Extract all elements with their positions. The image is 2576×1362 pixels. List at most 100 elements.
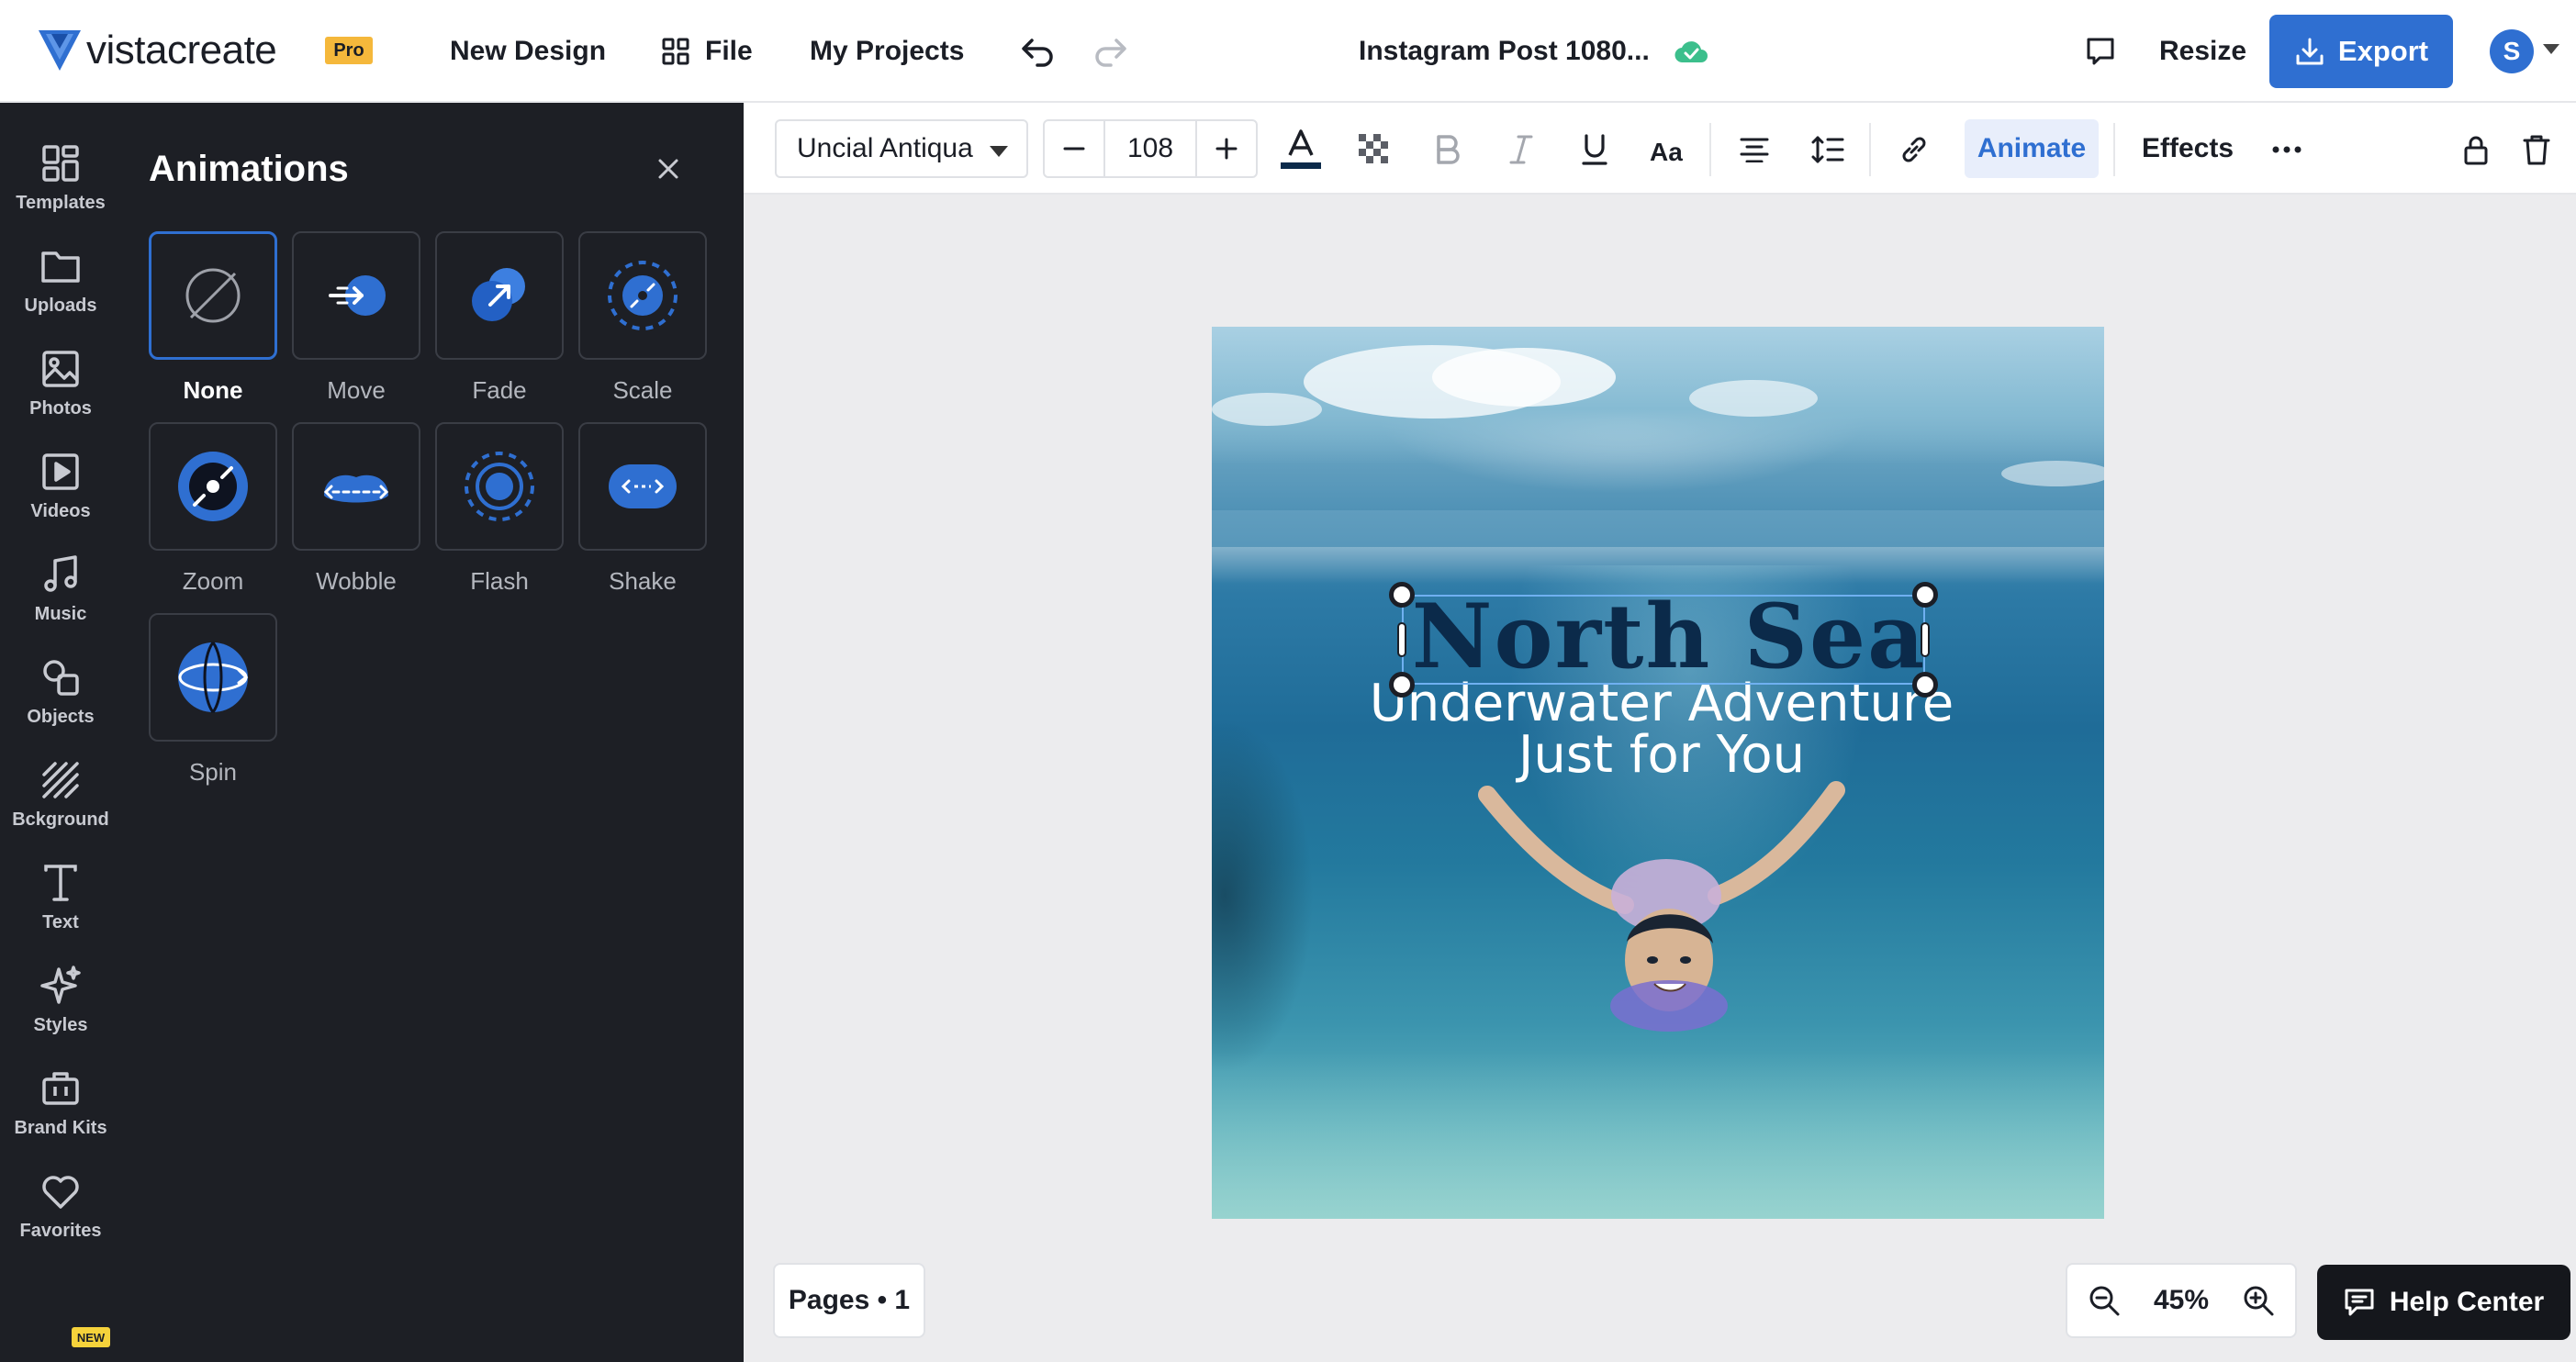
redo-icon xyxy=(1095,39,1126,67)
help-center-label: Help Center xyxy=(2389,1287,2545,1317)
sea-floor xyxy=(1212,1052,2104,1219)
resize-handle-top-left[interactable] xyxy=(1389,582,1415,608)
rail-item-templates[interactable]: Templates xyxy=(0,119,121,220)
animation-tile[interactable] xyxy=(435,422,564,551)
undo-button[interactable] xyxy=(1014,28,1061,75)
animation-tile[interactable] xyxy=(149,422,277,551)
align-center-icon xyxy=(1740,138,1769,162)
file-menu-button[interactable]: File xyxy=(661,28,753,75)
design-canvas[interactable]: North Sea Underwater Adventure Just for … xyxy=(1212,327,2104,1219)
rail-label: Text xyxy=(42,912,79,932)
cloud-saved-icon xyxy=(1674,41,1708,63)
animation-tile[interactable] xyxy=(578,231,707,360)
zoom-out-button[interactable] xyxy=(2067,1264,2141,1337)
rail-label: Styles xyxy=(33,1015,88,1035)
redo-button[interactable] xyxy=(1087,28,1135,75)
animate-button[interactable]: Animate xyxy=(1965,119,2099,178)
animation-option-fade[interactable]: Fade xyxy=(435,231,564,405)
animation-tile[interactable] xyxy=(149,613,277,742)
rail-item-text[interactable]: Text xyxy=(0,839,121,940)
new-design-button[interactable]: New Design xyxy=(450,28,606,75)
my-projects-button[interactable]: My Projects xyxy=(810,28,964,75)
account-caret-icon[interactable] xyxy=(2543,44,2559,54)
briefcase-icon xyxy=(42,1072,79,1105)
link-icon xyxy=(1902,137,1926,162)
resize-handle-left[interactable] xyxy=(1399,624,1405,655)
close-icon xyxy=(658,159,678,179)
trash-icon xyxy=(2523,135,2550,165)
transparency-button[interactable] xyxy=(1350,125,1399,174)
chat-icon xyxy=(2345,1289,2374,1316)
shapes-icon xyxy=(43,660,79,696)
more-options-button[interactable] xyxy=(2262,125,2312,174)
pages-button[interactable]: Pages • 1 xyxy=(773,1263,925,1338)
rail-item-music[interactable]: Music xyxy=(0,530,121,631)
animation-option-flash[interactable]: Flash xyxy=(435,422,564,596)
resize-handle-top-right[interactable] xyxy=(1912,582,1938,608)
music-icon xyxy=(44,555,77,592)
font-size-input[interactable]: 108 xyxy=(1103,121,1197,176)
animation-option-spin[interactable]: Spin xyxy=(149,613,277,787)
font-family-select[interactable]: Uncial Antiqua xyxy=(775,119,1028,178)
help-center-button[interactable]: Help Center xyxy=(2317,1265,2570,1340)
animation-label: Move xyxy=(327,376,386,404)
animation-option-move[interactable]: Move xyxy=(292,231,420,405)
text-color-button[interactable] xyxy=(1276,125,1326,174)
user-avatar[interactable]: S xyxy=(2490,29,2534,73)
rail-label: Uploads xyxy=(24,296,97,316)
animation-tile[interactable] xyxy=(578,422,707,551)
animation-tile[interactable] xyxy=(292,231,420,360)
rail-item-styles[interactable]: Styles xyxy=(0,942,121,1043)
panel-close-button[interactable] xyxy=(648,149,689,189)
animation-option-scale[interactable]: Scale xyxy=(578,231,707,405)
undo-icon xyxy=(1022,39,1053,67)
hatch-icon xyxy=(42,762,79,798)
lock-button[interactable] xyxy=(2451,125,2501,174)
font-size-stepper: 108 xyxy=(1043,119,1258,178)
subline-text-1[interactable]: Underwater Adventure xyxy=(1340,677,1983,731)
bottom-scroll-area xyxy=(744,1342,2576,1362)
link-button[interactable] xyxy=(1889,125,1939,174)
zoom-in-button[interactable] xyxy=(2222,1264,2295,1337)
plus-icon xyxy=(1215,138,1238,160)
decrease-size-button[interactable] xyxy=(1045,121,1103,176)
animation-tile[interactable] xyxy=(435,231,564,360)
delete-button[interactable] xyxy=(2512,125,2561,174)
comments-button[interactable] xyxy=(2077,28,2124,75)
rail-item-favorites[interactable]: Favorites xyxy=(0,1147,121,1248)
animation-option-shake[interactable]: Shake xyxy=(578,422,707,596)
rail-item-objects[interactable]: Objects xyxy=(0,633,121,734)
rail-item-uploads[interactable]: Uploads xyxy=(0,222,121,323)
resize-handle-bottom-left[interactable] xyxy=(1389,672,1415,698)
document-title-text: Instagram Post 1080... xyxy=(1359,36,1650,66)
resize-handle-right[interactable] xyxy=(1922,624,1928,655)
spacing-button[interactable] xyxy=(1803,125,1853,174)
clouds-image xyxy=(1212,345,2104,547)
export-button[interactable]: Export xyxy=(2269,15,2453,88)
text-case-button[interactable]: Aa xyxy=(1643,125,1693,174)
resize-handle-bottom-right[interactable] xyxy=(1912,672,1938,698)
rail-item-videos[interactable]: Videos xyxy=(0,428,121,529)
rail-item-brand-kits[interactable]: Brand Kits xyxy=(0,1044,121,1145)
bold-button[interactable] xyxy=(1423,125,1473,174)
subline-text-2[interactable]: Just for You xyxy=(1340,729,1983,782)
italic-button[interactable] xyxy=(1496,125,1546,174)
animation-tile[interactable] xyxy=(292,422,420,551)
animation-option-none[interactable]: None xyxy=(149,231,277,405)
checkerboard-icon xyxy=(1359,134,1388,163)
align-button[interactable] xyxy=(1730,125,1779,174)
underline-button[interactable] xyxy=(1570,125,1619,174)
top-bar: vistacreate Pro New Design File My Proje… xyxy=(0,0,2576,103)
effects-button[interactable]: Effects xyxy=(2128,119,2247,178)
resize-button[interactable]: Resize xyxy=(2159,28,2246,75)
document-title[interactable]: Instagram Post 1080... xyxy=(1359,28,1708,75)
rail-item-background[interactable]: Bckground xyxy=(0,736,121,837)
animation-tile[interactable] xyxy=(149,231,277,360)
font-family-value: Uncial Antiqua xyxy=(797,133,973,163)
toolbar-divider xyxy=(2113,123,2115,176)
vistacreate-logo[interactable]: vistacreate xyxy=(39,28,277,73)
increase-size-button[interactable] xyxy=(1197,121,1256,176)
rail-item-photos[interactable]: Photos xyxy=(0,325,121,426)
animation-option-zoom[interactable]: Zoom xyxy=(149,422,277,596)
animation-option-wobble[interactable]: Wobble xyxy=(292,422,420,596)
